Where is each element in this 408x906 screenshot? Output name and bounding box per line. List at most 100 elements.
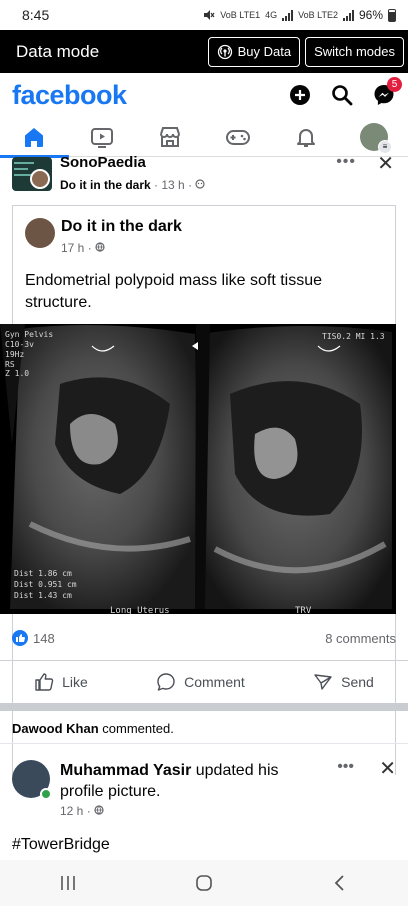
sharer-avatar bbox=[30, 169, 50, 189]
switch-modes-button[interactable]: Switch modes bbox=[305, 36, 404, 67]
status-time: 8:45 bbox=[22, 7, 50, 23]
post-actions: Like Comment Send bbox=[0, 660, 408, 702]
profile-avatar: ≡ bbox=[360, 122, 392, 154]
data-mode-title: Data mode bbox=[16, 41, 100, 61]
post2-close-icon[interactable]: ✕ bbox=[379, 756, 396, 781]
scan-freq-label: 19Hz bbox=[5, 350, 25, 359]
broadcast-icon bbox=[217, 44, 232, 59]
close-icon[interactable]: ✕ bbox=[377, 151, 394, 176]
tab-notifications[interactable] bbox=[284, 118, 329, 156]
mute-icon bbox=[204, 10, 215, 20]
activity-notice[interactable]: Dawood Khan commented. bbox=[12, 721, 174, 736]
like-count: 148 bbox=[33, 630, 55, 646]
comment-button[interactable]: Comment bbox=[146, 662, 255, 702]
scan-zoom-label: Z 1.0 bbox=[5, 369, 30, 378]
post-header: SonoPaedia Do it in the dark · 13 h · ••… bbox=[12, 153, 396, 197]
post-meta: Do it in the dark · 13 h · bbox=[60, 178, 206, 192]
plus-icon bbox=[290, 85, 310, 105]
feed-post-2: Muhammad Yasir updated his profile pictu… bbox=[0, 743, 408, 863]
signal-2-icon bbox=[342, 9, 354, 21]
recents-icon bbox=[61, 876, 75, 890]
send-button[interactable]: Send bbox=[303, 662, 384, 702]
notice-action: commented. bbox=[98, 721, 174, 736]
signal-1-icon bbox=[282, 9, 294, 21]
scan-mode-label: Gyn Pelvis bbox=[5, 330, 54, 339]
shared-author-name[interactable]: Do it in the dark bbox=[61, 218, 182, 236]
send-icon bbox=[314, 673, 332, 690]
video-icon bbox=[91, 127, 113, 148]
scan-rs-label: RS bbox=[5, 360, 15, 369]
status-icons: VoB LTE1 4G VoB LTE2 96% bbox=[203, 8, 396, 22]
scan-index-label: TIS0.2 MI 1.3 bbox=[322, 332, 385, 341]
app-header: facebook 5 bbox=[0, 73, 408, 117]
thumbs-up-icon bbox=[35, 672, 54, 691]
post2-text: #TowerBridge bbox=[12, 836, 110, 853]
back-button[interactable] bbox=[310, 863, 370, 903]
post2-author[interactable]: Muhammad Yasir bbox=[60, 762, 191, 779]
buy-data-button[interactable]: Buy Data bbox=[207, 36, 301, 67]
buy-data-label: Buy Data bbox=[237, 44, 292, 59]
battery-icon bbox=[388, 8, 396, 22]
home-icon bbox=[25, 127, 43, 147]
comment-icon bbox=[157, 672, 175, 691]
messenger-button[interactable]: 5 bbox=[372, 77, 402, 107]
switch-modes-label: Switch modes bbox=[314, 44, 395, 59]
marketplace-icon bbox=[160, 126, 180, 147]
comment-label: Comment bbox=[184, 673, 245, 690]
tab-home[interactable] bbox=[0, 118, 69, 158]
reaction-summary[interactable]: 148 bbox=[12, 630, 55, 646]
shared-post-text: Endometrial polypoid mass like soft tiss… bbox=[25, 272, 323, 311]
group-name[interactable]: SonoPaedia bbox=[60, 154, 146, 171]
home-circle-icon bbox=[196, 875, 212, 891]
feed-separator bbox=[0, 703, 408, 711]
shared-author-avatar[interactable] bbox=[25, 218, 55, 248]
gaming-icon bbox=[226, 129, 250, 145]
like-reaction-icon bbox=[12, 630, 28, 646]
post-image[interactable]: Gyn Pelvis C10-3v 19Hz RS Z 1.0 TIS0.2 M… bbox=[0, 324, 396, 614]
like-label: Like bbox=[62, 673, 88, 690]
facebook-logo[interactable]: facebook bbox=[12, 80, 127, 111]
reactions-row: 148 8 comments bbox=[0, 626, 408, 652]
post-time[interactable]: 13 h bbox=[161, 178, 184, 192]
scan-dist-3: Dist 1.43 cm bbox=[14, 591, 72, 600]
sim2-label: VoB LTE2 bbox=[298, 10, 338, 20]
tab-gaming[interactable] bbox=[216, 118, 261, 156]
globe-icon bbox=[95, 242, 105, 252]
comment-count[interactable]: 8 comments bbox=[325, 631, 396, 646]
group-avatar[interactable] bbox=[12, 157, 52, 191]
scan-probe-label: C10-3v bbox=[5, 340, 34, 349]
data-mode-bar: Data mode Buy Data Switch modes bbox=[0, 30, 408, 73]
back-icon bbox=[334, 875, 344, 891]
status-bar: 8:45 VoB LTE1 4G VoB LTE2 96% bbox=[0, 0, 408, 30]
scan-caption-left: Long Uterus bbox=[110, 606, 170, 614]
like-button[interactable]: Like bbox=[24, 662, 98, 702]
post2-title: Muhammad Yasir updated his profile pictu… bbox=[60, 760, 310, 802]
home-nav-button[interactable] bbox=[174, 863, 234, 903]
search-icon bbox=[332, 85, 353, 106]
post2-meta: 12 h · bbox=[60, 804, 104, 818]
post2-more-options-icon[interactable]: ••• bbox=[337, 758, 354, 776]
more-options-icon[interactable]: ••• bbox=[336, 153, 356, 171]
notice-name: Dawood Khan bbox=[12, 721, 99, 736]
tab-marketplace[interactable] bbox=[148, 118, 193, 156]
scan-dist-1: Dist 1.86 cm bbox=[14, 569, 72, 578]
create-button[interactable] bbox=[288, 83, 312, 107]
sim1-tech: 4G bbox=[265, 10, 278, 20]
sim1-label: VoB LTE1 bbox=[220, 10, 261, 20]
scan-caption-right: TRV bbox=[295, 606, 312, 614]
search-button[interactable] bbox=[330, 83, 354, 107]
tab-menu[interactable]: ≡ bbox=[352, 118, 397, 156]
main-tab-bar: ≡ bbox=[0, 117, 408, 158]
battery-percent: 96% bbox=[358, 8, 383, 22]
post2-time[interactable]: 12 h bbox=[60, 804, 83, 818]
tab-video[interactable] bbox=[80, 118, 125, 156]
shared-post-time[interactable]: 17 h bbox=[61, 241, 84, 255]
online-indicator bbox=[40, 788, 52, 800]
send-label: Send bbox=[341, 673, 374, 690]
messenger-badge: 5 bbox=[387, 77, 402, 92]
group-privacy-icon bbox=[195, 179, 206, 189]
bell-icon bbox=[297, 128, 315, 147]
system-nav-bar bbox=[0, 860, 408, 906]
recents-button[interactable] bbox=[38, 863, 98, 903]
sharer-name[interactable]: Do it in the dark bbox=[60, 178, 151, 192]
